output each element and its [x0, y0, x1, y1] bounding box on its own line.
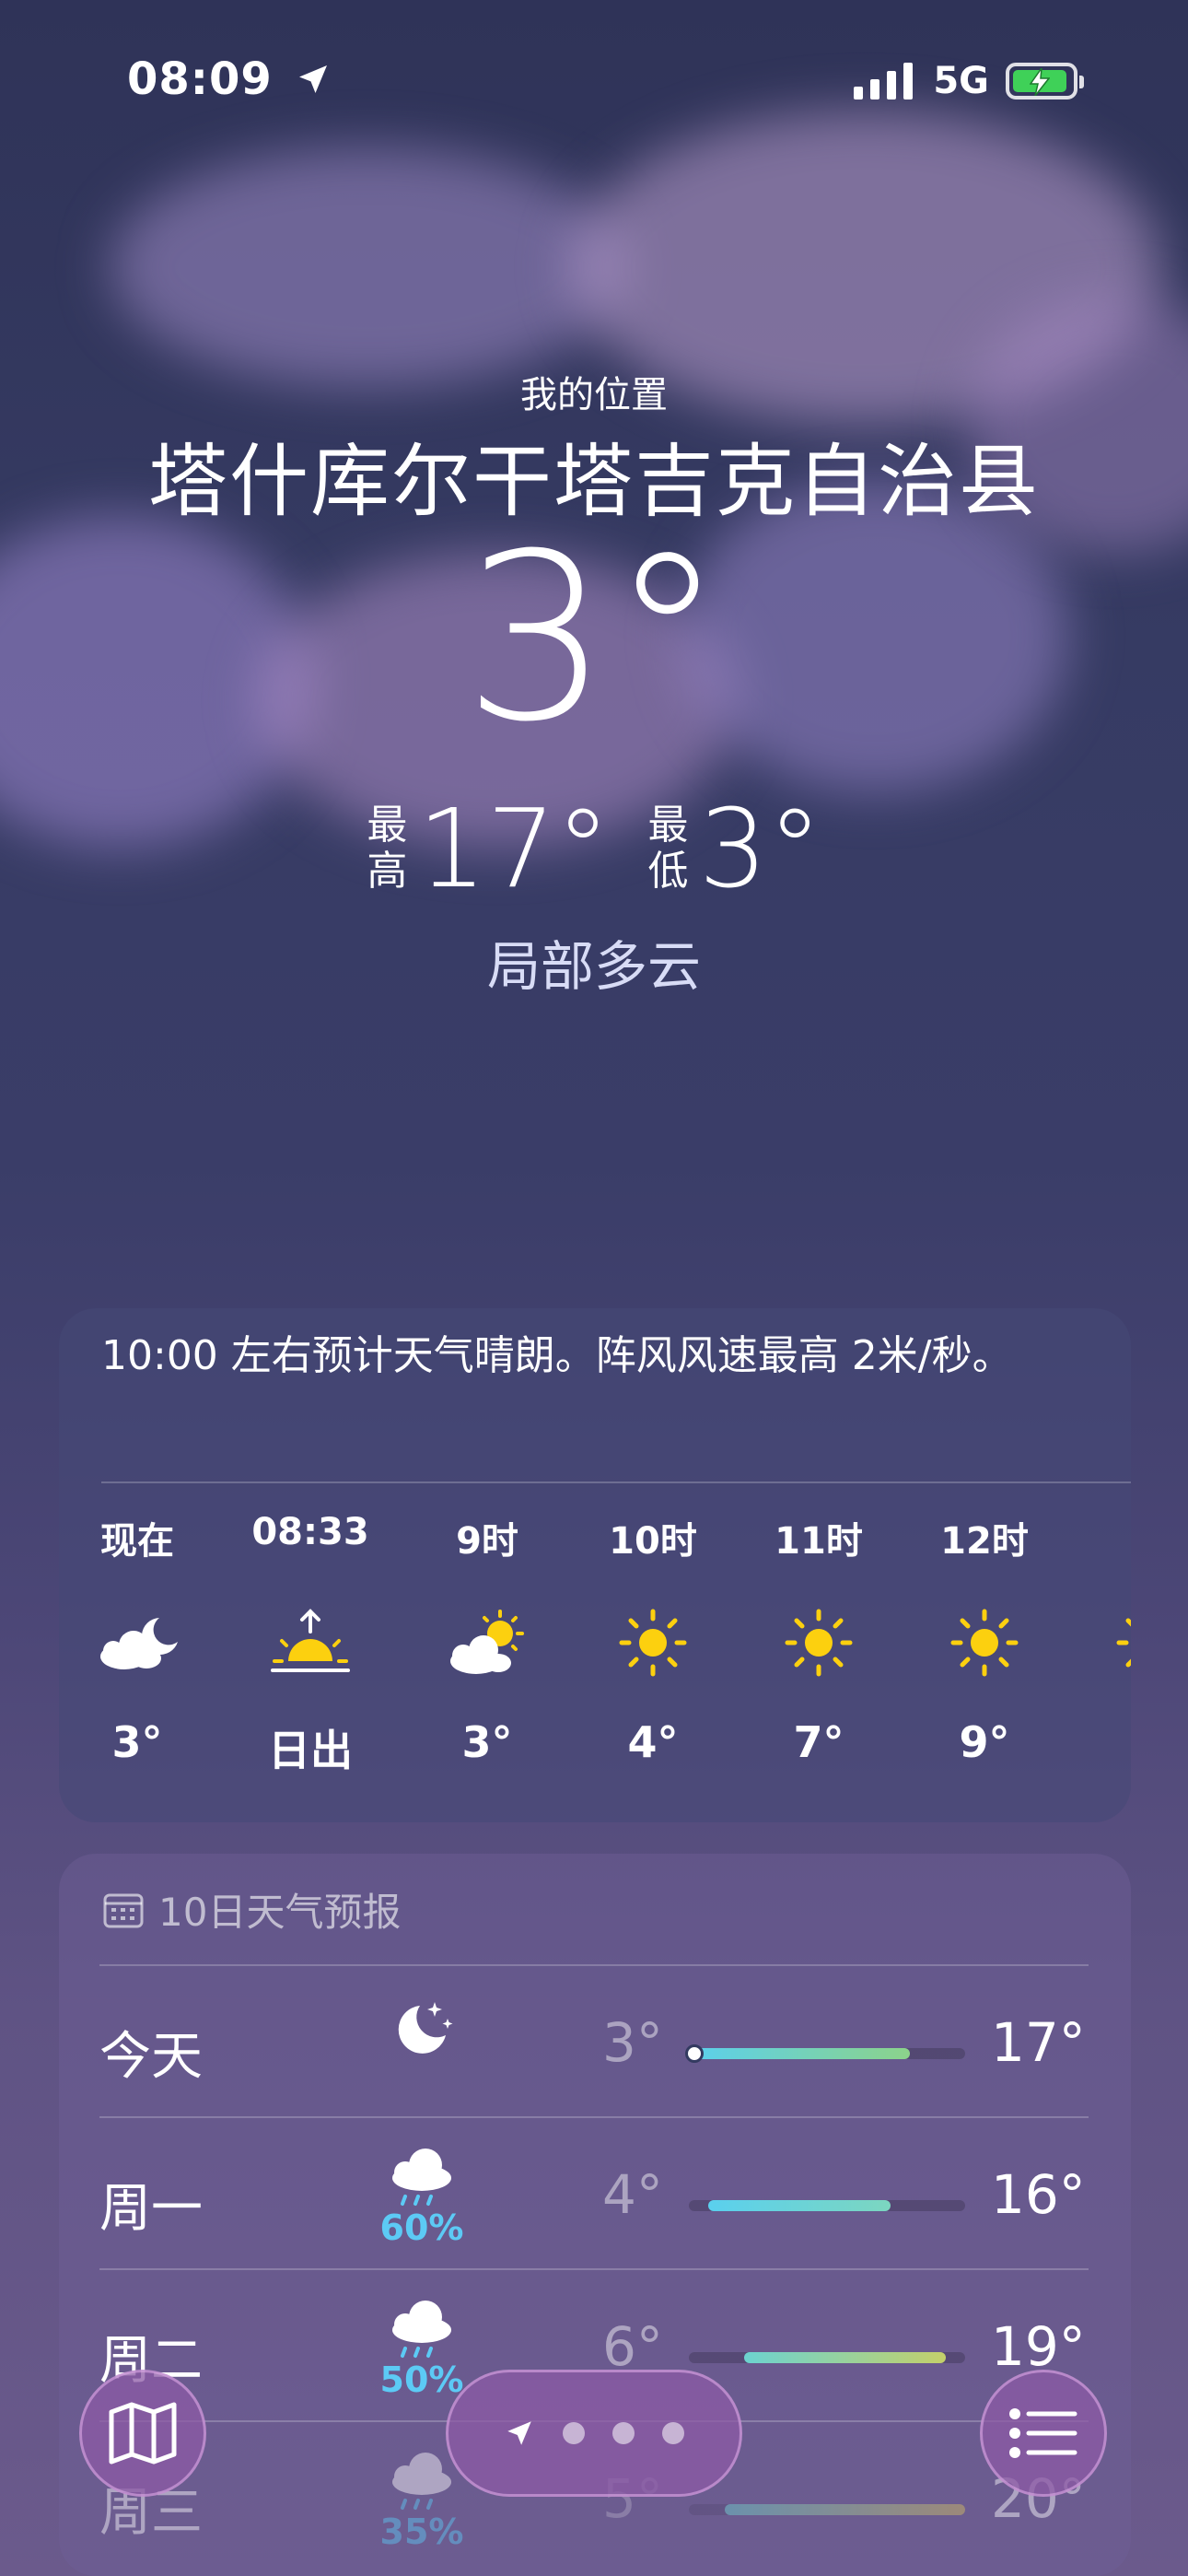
high-temp: 16° [991, 2163, 1086, 2226]
hour-item[interactable]: 9时 3° [409, 1511, 565, 1767]
hour-item[interactable]: 12时 9° [906, 1511, 1063, 1767]
hour-item[interactable]: 1 [1072, 1511, 1131, 1717]
weather-condition: 局部多云 [486, 935, 701, 998]
hour-temp: 4° [627, 1717, 679, 1767]
hour-time: 1 [1072, 1511, 1131, 1559]
hour-temp: 9° [959, 1717, 1010, 1767]
current-temp-dot [685, 2044, 704, 2063]
temp-range-segment [708, 2200, 891, 2211]
hour-item[interactable]: 11时 7° [740, 1511, 897, 1767]
status-indicators: 5G [854, 55, 1084, 107]
sun-icon [785, 1609, 853, 1677]
forecast-summary: 10:00 左右预计天气晴朗。阵风风速最高 2米/秒。 [101, 1332, 1013, 1379]
hour-item[interactable]: 现在 3° [59, 1511, 215, 1767]
high-label: 最高 [367, 802, 408, 895]
rain-cloud-icon [392, 2301, 451, 2358]
temp-range-bar [689, 2352, 965, 2363]
hour-time: 10时 [609, 1520, 697, 1563]
low-label: 最低 [647, 802, 689, 895]
city-list-button[interactable] [980, 2370, 1107, 2497]
precip-chance: 35% [379, 2512, 464, 2552]
location-arrow-icon[interactable] [504, 2418, 535, 2449]
temp-range-segment [744, 2352, 946, 2363]
low-temp: 6° [602, 2315, 663, 2378]
card-divider [101, 1481, 1131, 1483]
high-temperature: 17° [417, 785, 611, 912]
hourly-forecast-card[interactable]: 10:00 左右预计天气晴朗。阵风风速最高 2米/秒。 现在 3° 08:33 … [59, 1308, 1131, 1822]
page-dot[interactable] [662, 2422, 684, 2444]
hour-item[interactable]: 10时 4° [575, 1511, 731, 1767]
sunrise-icon [271, 1609, 350, 1672]
temp-range-bar [689, 2200, 965, 2211]
hour-time: 9时 [456, 1520, 518, 1563]
daily-row[interactable]: 周一 60% 4° 16° [99, 2117, 1094, 2269]
moon-cloud-icon [100, 1618, 178, 1669]
daily-forecast-title: 10日天气预报 [103, 1881, 401, 1938]
map-icon [109, 2402, 177, 2465]
list-icon [1009, 2408, 1077, 2458]
sun-icon [1116, 1618, 1131, 1668]
hour-time: 12时 [940, 1520, 1029, 1563]
rain-cloud-icon [392, 2453, 451, 2510]
location-label: 我的位置 [520, 374, 668, 416]
calendar-icon [103, 1893, 144, 1927]
sun-icon [950, 1609, 1019, 1677]
day-label: 今天 [99, 2027, 203, 2087]
daily-row[interactable]: 今天 3° 17° [99, 1965, 1094, 2117]
hour-temp: 7° [793, 1717, 844, 1767]
charging-bolt-icon [1030, 68, 1050, 96]
hour-temp: 3° [111, 1717, 163, 1767]
temp-range-bar [685, 2044, 965, 2063]
hour-time: 现在 [100, 1520, 174, 1563]
high-low-temps: 最高 17° 最低 3° [0, 794, 1188, 903]
temp-range-segment [689, 2048, 910, 2059]
day-label: 周一 [99, 2179, 203, 2239]
low-temp: 4° [602, 2163, 663, 2226]
hour-temp: 日出 [268, 1726, 353, 1775]
high-temp: 17° [991, 2011, 1086, 2074]
page-indicator[interactable] [446, 2370, 742, 2497]
low-temperature: 3° [698, 785, 822, 912]
temp-range-segment [725, 2504, 965, 2515]
daily-title-text: 10日天气预报 [158, 1890, 402, 1935]
moon-stars-icon [398, 2002, 453, 2054]
hour-time: 08:33 [251, 1511, 369, 1553]
battery-icon [1006, 63, 1084, 100]
precip-chance: 60% [379, 2207, 464, 2248]
high-temp: 19° [991, 2315, 1086, 2378]
hour-item[interactable]: 08:33 日出 [232, 1511, 389, 1778]
network-type: 5G [933, 60, 989, 102]
low-temp: 3° [602, 2011, 663, 2074]
rain-cloud-icon [392, 2149, 451, 2206]
page-dot[interactable] [563, 2422, 585, 2444]
sun-icon [619, 1609, 687, 1677]
current-temperature: 3° [462, 504, 726, 772]
status-time: 08:09 [127, 53, 332, 105]
cellular-signal-icon [854, 63, 914, 100]
location-services-icon [298, 65, 327, 93]
hour-temp: 3° [461, 1717, 513, 1767]
map-button[interactable] [79, 2370, 206, 2497]
temp-range-bar [689, 2504, 965, 2515]
hour-time: 11时 [775, 1520, 863, 1563]
sun-cloud-icon [450, 1610, 524, 1674]
page-dot[interactable] [612, 2422, 635, 2444]
